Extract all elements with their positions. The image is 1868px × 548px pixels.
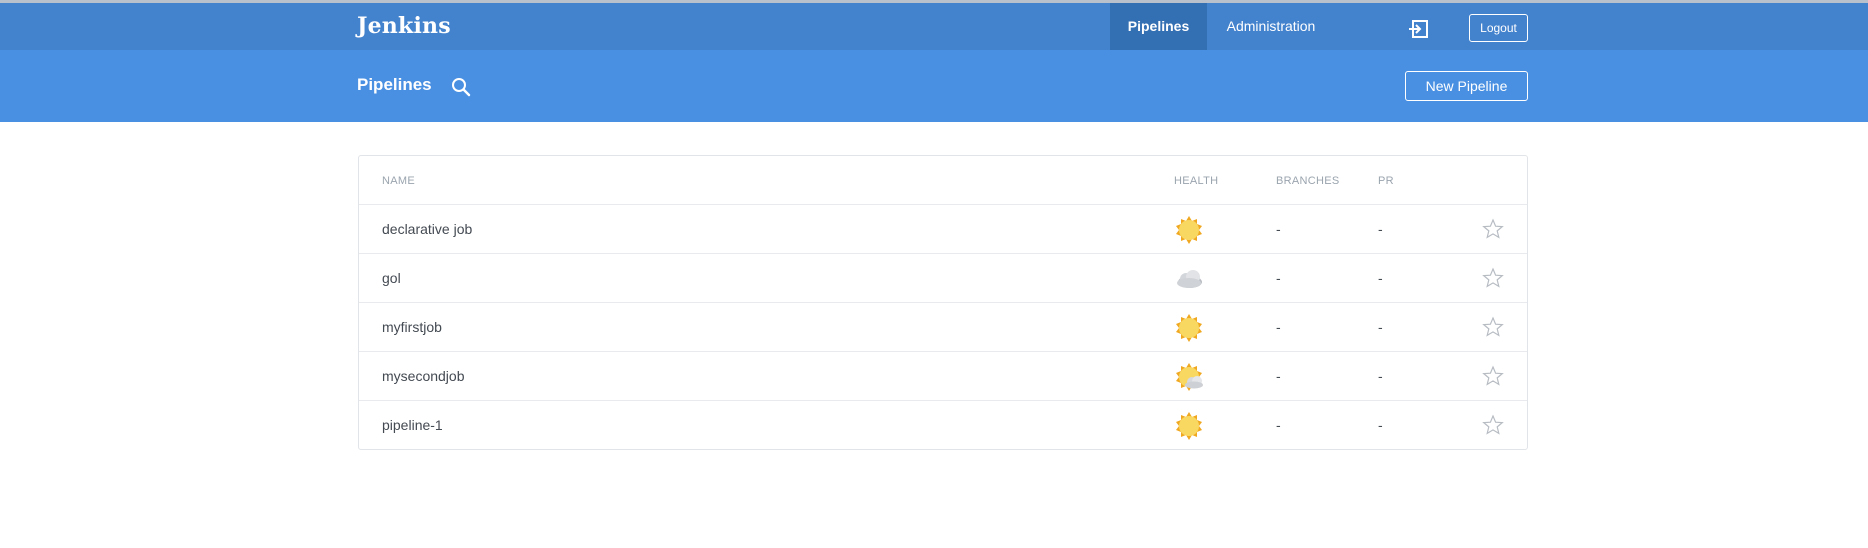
favorite-star-icon[interactable]	[1482, 414, 1504, 436]
weather-sunny-icon	[1176, 216, 1202, 244]
weather-partly-cloudy-icon	[1176, 363, 1203, 391]
pipeline-name[interactable]: pipeline-1	[382, 417, 443, 433]
pr-value: -	[1378, 319, 1383, 335]
nav-tab-pipelines[interactable]: Pipelines	[1110, 3, 1207, 50]
search-icon[interactable]	[450, 76, 472, 98]
column-header-health[interactable]: HEALTH	[1174, 175, 1218, 187]
favorite-star-icon[interactable]	[1482, 267, 1504, 289]
logout-button[interactable]: Logout	[1469, 14, 1528, 42]
pipelines-header: Pipelines New Pipeline	[0, 50, 1868, 122]
nav-tab-administration[interactable]: Administration	[1207, 3, 1335, 50]
pr-value: -	[1378, 368, 1383, 384]
table-row[interactable]: myfirstjob - -	[359, 303, 1527, 352]
column-header-pr[interactable]: PR	[1378, 175, 1394, 187]
jenkins-logo[interactable]: Jenkins	[357, 13, 451, 39]
pipelines-table: NAME HEALTH BRANCHES PR declarative job …	[358, 155, 1528, 450]
branches-value: -	[1276, 319, 1281, 335]
weather-sunny-icon	[1176, 314, 1202, 342]
weather-sunny-icon	[1176, 412, 1202, 440]
favorite-star-icon[interactable]	[1482, 316, 1504, 338]
new-pipeline-button[interactable]: New Pipeline	[1405, 71, 1528, 101]
pipeline-name[interactable]: gol	[382, 270, 401, 286]
pipeline-name[interactable]: myfirstjob	[382, 319, 442, 335]
pipeline-name[interactable]: declarative job	[382, 221, 472, 237]
sign-out-icon[interactable]	[1408, 18, 1430, 40]
branches-value: -	[1276, 417, 1281, 433]
pr-value: -	[1378, 417, 1383, 433]
table-header: NAME HEALTH BRANCHES PR	[359, 156, 1527, 205]
pipeline-name[interactable]: mysecondjob	[382, 368, 465, 384]
table-row[interactable]: mysecondjob - -	[359, 352, 1527, 401]
branches-value: -	[1276, 270, 1281, 286]
table-row[interactable]: pipeline-1 - -	[359, 401, 1527, 450]
table-row[interactable]: declarative job - -	[359, 205, 1527, 254]
pr-value: -	[1378, 270, 1383, 286]
top-navbar: Jenkins Pipelines Administration Logout	[0, 3, 1868, 50]
favorite-star-icon[interactable]	[1482, 365, 1504, 387]
page-title: Pipelines	[357, 75, 432, 94]
weather-cloudy-icon	[1177, 270, 1202, 288]
favorite-star-icon[interactable]	[1482, 218, 1504, 240]
column-header-branches[interactable]: BRANCHES	[1276, 175, 1340, 187]
table-row[interactable]: gol - -	[359, 254, 1527, 303]
branches-value: -	[1276, 368, 1281, 384]
branches-value: -	[1276, 221, 1281, 237]
column-header-name[interactable]: NAME	[382, 175, 415, 187]
pr-value: -	[1378, 221, 1383, 237]
